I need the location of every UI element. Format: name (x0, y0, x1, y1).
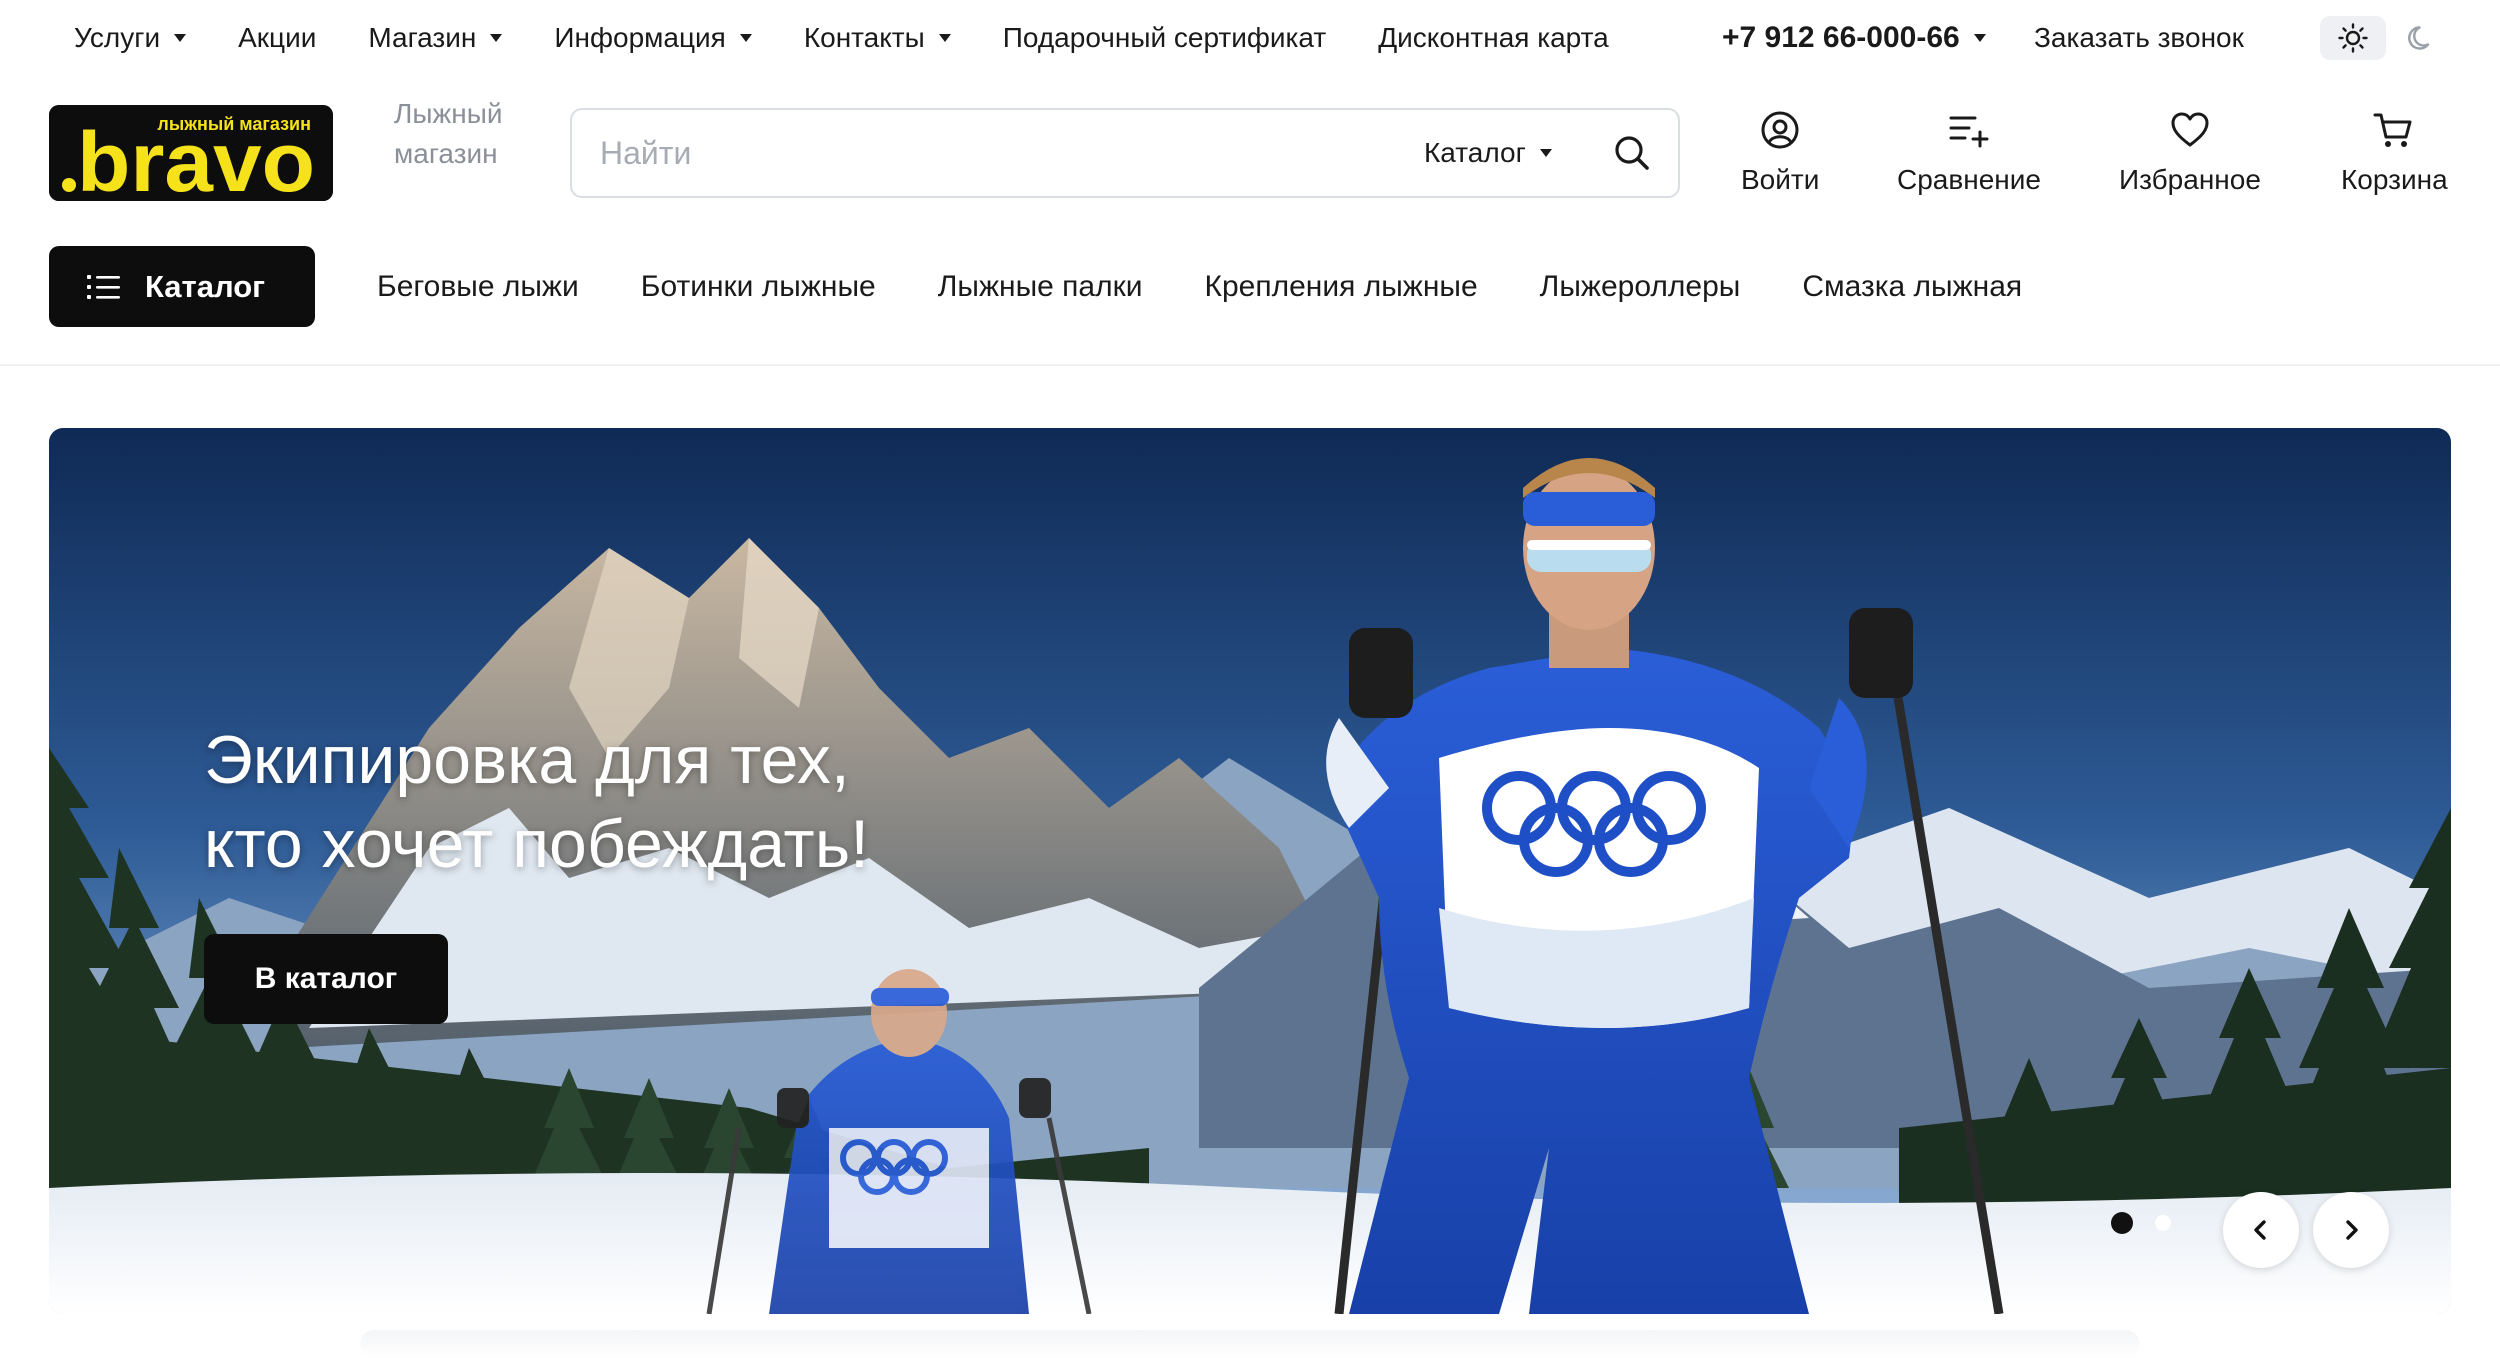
logo[interactable]: лыжный магазин bravo (49, 105, 333, 201)
light-theme-button[interactable] (2320, 16, 2386, 60)
hero-title-line-1: Экипировка для тех, (204, 722, 850, 798)
compare-label: Сравнение (1897, 164, 2041, 195)
moon-icon (2408, 26, 2430, 50)
chevron-left-icon (2254, 1220, 2266, 1240)
catalog-button[interactable]: Каталог (49, 246, 315, 327)
topnav-item-contacts[interactable]: Контакты (804, 22, 951, 54)
category-ski-boots[interactable]: Ботинки лыжные (641, 270, 876, 304)
search-bar: Каталог (570, 108, 1680, 198)
search-input[interactable] (600, 110, 1360, 196)
cart-icon (2373, 113, 2412, 147)
category-roller-skis[interactable]: Лыжероллеры (1540, 270, 1741, 304)
caret-down-icon (1973, 34, 1986, 42)
topnav-item-discount-card[interactable]: Дисконтная карта (1378, 22, 1608, 54)
topnav-item-promos[interactable]: Акции (238, 22, 316, 54)
hero-title-line-2: кто хочет побеждать! (204, 806, 870, 882)
header-divider (0, 364, 2500, 366)
category-nav: Беговые лыжи Ботинки лыжные Лыжные палки… (377, 246, 2084, 327)
top-nav: Услуги Акции Магазин Информация Контакты… (74, 0, 1661, 76)
top-bar: Услуги Акции Магазин Информация Контакты… (0, 0, 2500, 76)
login-button[interactable]: Войти (1741, 108, 1819, 204)
cart-label: Корзина (2341, 164, 2448, 195)
logo-dot (62, 178, 76, 192)
caret-down-icon (174, 34, 187, 42)
chevron-right-icon (2346, 1220, 2358, 1240)
user-icon (1761, 111, 1799, 149)
category-cross-country-skis[interactable]: Беговые лыжи (377, 270, 579, 304)
slider-pagination (2111, 1212, 2171, 1234)
topnav-item-services[interactable]: Услуги (74, 22, 187, 54)
phone-text: +7 912 66-000-66 (1722, 21, 1960, 54)
search-scope-label: Каталог (1424, 137, 1526, 168)
caret-down-icon (938, 34, 951, 42)
favorites-button[interactable]: Избранное (2119, 108, 2261, 204)
search-icon (1615, 136, 1649, 170)
next-section-edge (360, 1330, 2140, 1358)
catalog-button-label: Каталог (145, 268, 266, 304)
search-scope-select[interactable]: Каталог (1424, 110, 1552, 196)
store-tagline: Лыжный магазин (394, 98, 503, 169)
topnav-label: Контакты (803, 22, 925, 53)
favorites-label: Избранное (2119, 164, 2261, 195)
hero-banner: Экипировка для тех, кто хочет побеждать!… (49, 428, 2451, 1314)
category-ski-bindings[interactable]: Крепления лыжные (1205, 270, 1478, 304)
to-catalog-button[interactable]: В каталог (204, 934, 448, 1024)
category-ski-poles[interactable]: Лыжные палки (938, 270, 1143, 304)
caret-down-icon (490, 34, 503, 42)
topnav-item-info[interactable]: Информация (554, 22, 752, 54)
slide-dot-1[interactable] (2111, 1212, 2133, 1234)
topnav-label: Магазин (368, 22, 477, 53)
topnav-item-gift-certificate[interactable]: Подарочный сертификат (1003, 22, 1326, 54)
heart-icon (2171, 112, 2209, 147)
prev-slide-button[interactable] (2223, 1192, 2299, 1268)
compare-button[interactable]: Сравнение (1897, 108, 2041, 204)
caret-down-icon (739, 34, 752, 42)
slide-dot-2[interactable] (2155, 1215, 2171, 1231)
topnav-label: Информация (554, 22, 726, 53)
category-ski-wax[interactable]: Смазка лыжная (1802, 270, 2022, 304)
topnav-label: Дисконтная карта (1378, 22, 1609, 53)
cart-button[interactable]: Корзина (2341, 108, 2448, 204)
phone-number[interactable]: +7 912 66-000-66 (1722, 0, 1986, 76)
hero-title: Экипировка для тех, кто хочет побеждать! (204, 718, 1104, 886)
login-label: Войти (1741, 164, 1820, 195)
logo-wordmark: bravo (77, 115, 315, 201)
compare-icon (1949, 116, 1989, 148)
caret-down-icon (1539, 149, 1552, 157)
callback-label: Заказать звонок (2034, 22, 2244, 53)
sun-icon (2338, 23, 2368, 53)
dark-theme-button[interactable] (2400, 16, 2444, 60)
callback-link[interactable]: Заказать звонок (2034, 0, 2244, 76)
search-button[interactable] (1610, 131, 1654, 175)
topnav-label: Акции (238, 22, 317, 53)
next-slide-button[interactable] (2313, 1192, 2389, 1268)
topnav-label: Услуги (74, 22, 161, 53)
topnav-item-store[interactable]: Магазин (368, 22, 503, 54)
topnav-label: Подарочный сертификат (1002, 22, 1327, 53)
list-icon (87, 274, 120, 299)
